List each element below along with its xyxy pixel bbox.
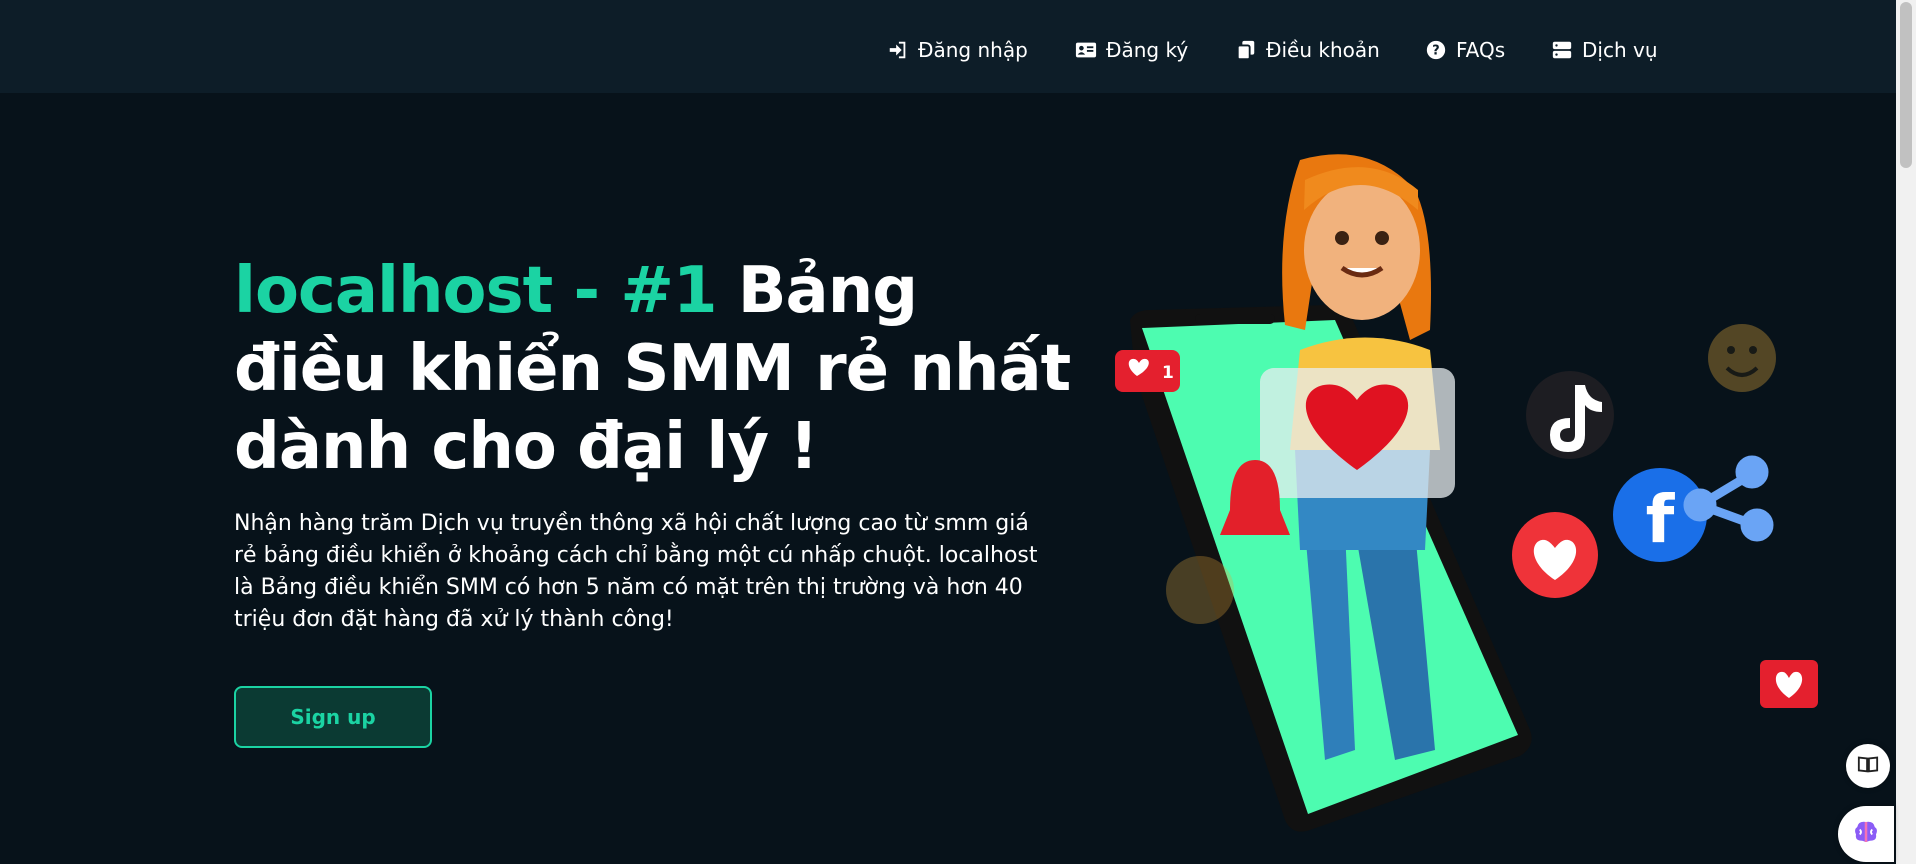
nav-services-label: Dịch vụ [1582, 38, 1658, 62]
heart-tag-icon [1760, 660, 1818, 708]
smile-emoji-image [1708, 324, 1776, 392]
nav-faqs[interactable]: ? FAQs [1424, 0, 1505, 100]
nav-terms-label: Điều khoản [1266, 38, 1380, 62]
svg-text:f: f [1646, 481, 1676, 558]
copy-icon [1234, 38, 1258, 62]
server-icon [1550, 38, 1574, 62]
nav-services[interactable]: Dịch vụ [1550, 0, 1658, 100]
heart-card-image [1260, 368, 1455, 498]
hero-title: localhost - #1 Bảng điều khiển SMM rẻ nh… [234, 252, 1084, 486]
like-badge-image: 1 [1115, 350, 1180, 392]
hero-illustration: 1 f [1115, 154, 1818, 832]
signup-button[interactable]: Sign up [234, 686, 432, 748]
sign-in-icon [886, 38, 910, 62]
nav-login[interactable]: Đăng nhập [886, 0, 1028, 100]
assistant-button[interactable] [1838, 806, 1894, 862]
nav-register[interactable]: Đăng ký [1074, 0, 1188, 100]
heart-bubble-icon [1512, 512, 1598, 598]
hero-title-accent: localhost - #1 [234, 254, 717, 328]
laugh-emoji-image [1166, 556, 1234, 624]
id-card-icon [1074, 38, 1098, 62]
brain-icon [1851, 817, 1881, 851]
hero-description: Nhận hàng trăm Dịch vụ truyền thông xã h… [234, 511, 1038, 632]
question-circle-icon: ? [1424, 38, 1448, 62]
nav-login-label: Đăng nhập [918, 38, 1028, 62]
book-icon [1857, 753, 1879, 779]
nav-register-label: Đăng ký [1106, 38, 1189, 62]
reader-mode-button[interactable] [1846, 744, 1890, 788]
nav-terms[interactable]: Điều khoản [1234, 0, 1380, 100]
like-badge-count: 1 [1162, 363, 1174, 383]
scrollbar-thumb[interactable] [1900, 2, 1912, 168]
top-navbar: Đăng nhập Đăng ký Điều khoản ? FAQs Dịch… [0, 0, 1896, 93]
nav-faqs-label: FAQs [1456, 38, 1506, 62]
svg-text:?: ? [1432, 44, 1439, 59]
tiktok-icon [1526, 371, 1614, 459]
